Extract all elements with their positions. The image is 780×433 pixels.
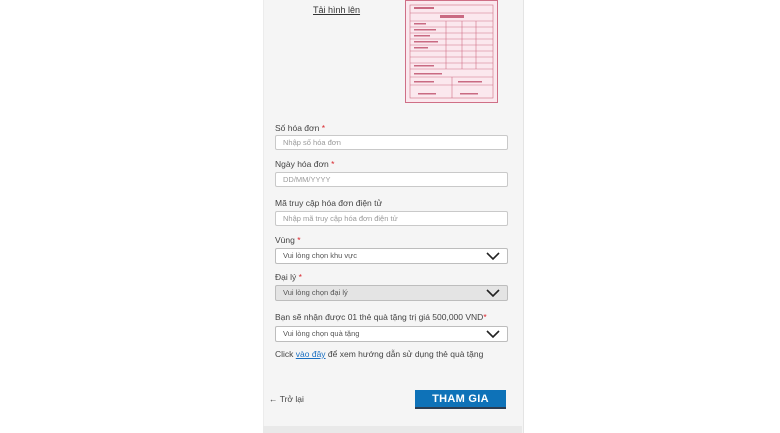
access-code-input[interactable] bbox=[275, 211, 508, 226]
invoice-number-label-text: Số hóa đơn bbox=[275, 123, 320, 133]
dealer-label: Đại lý * bbox=[275, 272, 302, 282]
submit-button[interactable]: THAM GIA bbox=[415, 390, 506, 407]
invoice-sample-drawing bbox=[409, 4, 494, 99]
dealer-select-value: Vui lòng chọn đại lý bbox=[283, 288, 348, 297]
upload-image-link[interactable]: Tải hình lên bbox=[313, 5, 360, 15]
gift-select-value: Vui lòng chọn quà tặng bbox=[283, 329, 360, 338]
required-mark: * bbox=[321, 123, 326, 133]
required-mark: * bbox=[483, 312, 487, 322]
gift-info-label: Bạn sẽ nhận được 01 thẻ quà tặng trị giá… bbox=[275, 312, 487, 322]
gift-guide-link[interactable]: vào đây bbox=[296, 349, 326, 359]
invoice-number-label: Số hóa đơn * bbox=[275, 123, 325, 133]
region-select-value: Vui lòng chọn khu vực bbox=[283, 251, 357, 260]
dealer-label-text: Đại lý bbox=[275, 272, 297, 282]
access-code-label: Mã truy cập hóa đơn điện tử bbox=[275, 198, 382, 208]
gift-info-label-text: Bạn sẽ nhận được 01 thẻ quà tặng trị giá… bbox=[275, 312, 484, 322]
region-label: Vùng * bbox=[275, 235, 301, 245]
region-select[interactable]: Vui lòng chọn khu vực bbox=[275, 248, 508, 264]
access-code-label-text: Mã truy cập hóa đơn điện tử bbox=[275, 198, 383, 208]
chevron-down-icon bbox=[486, 252, 500, 261]
gift-select[interactable]: Vui lòng chọn quà tặng bbox=[275, 326, 508, 342]
dealer-select[interactable]: Vui lòng chọn đại lý bbox=[275, 285, 508, 301]
submit-button-shadow bbox=[415, 407, 506, 409]
help-suffix: để xem hướng dẫn sử dụng thẻ quà tặng bbox=[325, 349, 484, 359]
gift-help-text: Click vào đây để xem hướng dẫn sử dụng t… bbox=[275, 349, 483, 359]
invoice-date-label-text: Ngày hóa đơn bbox=[275, 159, 329, 169]
required-mark: * bbox=[331, 159, 335, 169]
back-link[interactable]: ← Trở lại bbox=[269, 394, 304, 404]
invoice-date-input[interactable] bbox=[275, 172, 508, 187]
invoice-date-label: Ngày hóa đơn * bbox=[275, 159, 334, 169]
region-label-text: Vùng bbox=[275, 235, 295, 245]
required-mark: * bbox=[298, 272, 302, 282]
invoice-sample-image bbox=[405, 0, 498, 103]
invoice-number-input[interactable] bbox=[275, 135, 508, 150]
chevron-down-icon bbox=[486, 330, 500, 339]
help-prefix: Click bbox=[275, 349, 296, 359]
panel-bottom-shadow bbox=[263, 426, 522, 433]
required-mark: * bbox=[297, 235, 301, 245]
chevron-down-icon bbox=[486, 289, 500, 298]
